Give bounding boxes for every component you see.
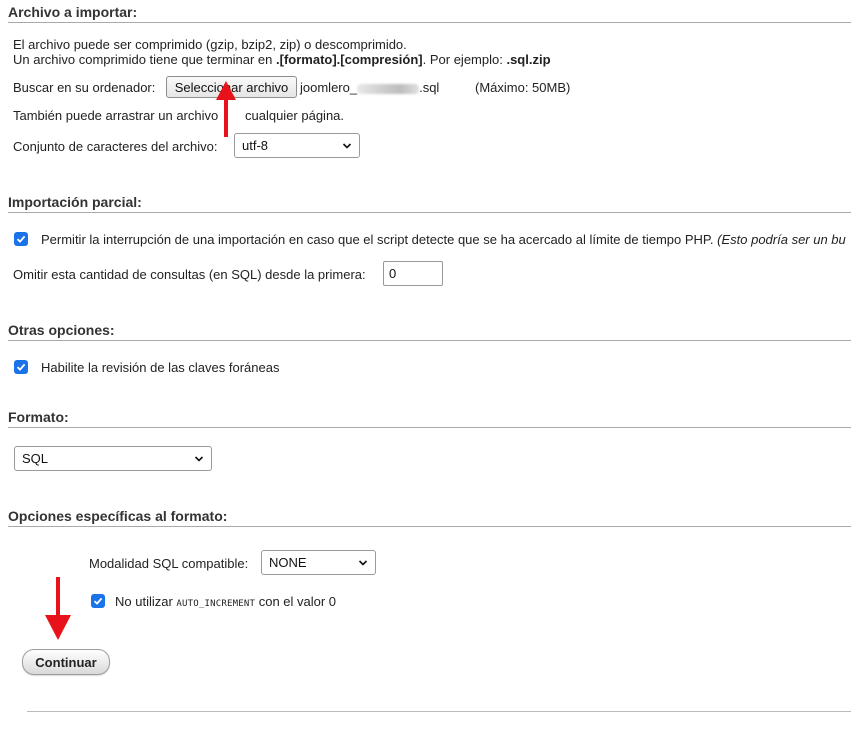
foreign-keys-checkbox[interactable] bbox=[14, 360, 28, 374]
checkmark-icon bbox=[16, 363, 26, 371]
no-auto-inc-code: AUTO_INCREMENT bbox=[176, 599, 256, 609]
annotation-arrow-icon bbox=[216, 81, 236, 137]
foreign-keys-label: Habilite la revisión de las claves forán… bbox=[41, 360, 280, 375]
file-name-suffix: .sql bbox=[419, 80, 440, 95]
skip-queries-label: Omitir esta cantidad de consultas (en SQ… bbox=[13, 267, 366, 282]
compress-info-mid: . Por ejemplo: bbox=[422, 52, 507, 67]
drag-text-part1: También puede arrastrar un archivo bbox=[13, 108, 219, 123]
allow-interrupt-checkbox[interactable] bbox=[14, 232, 28, 246]
allow-interrupt-note: (Esto podría ser un bu bbox=[717, 232, 846, 247]
no-auto-inc-suffix: con el valor 0 bbox=[258, 594, 337, 609]
charset-label: Conjunto de caracteres del archivo: bbox=[13, 139, 218, 154]
chevron-down-icon bbox=[342, 142, 352, 149]
checkmark-icon bbox=[93, 597, 103, 605]
charset-select[interactable]: utf-8 bbox=[234, 133, 360, 158]
charset-value: utf-8 bbox=[242, 138, 269, 153]
redacted-blur bbox=[357, 83, 420, 94]
no-auto-increment-checkbox[interactable] bbox=[91, 594, 105, 608]
drag-text-part2: cualquier página. bbox=[245, 108, 345, 123]
format-select[interactable]: SQL bbox=[14, 446, 212, 471]
chevron-down-icon bbox=[194, 455, 204, 462]
annotation-arrow-icon bbox=[45, 577, 71, 640]
no-auto-inc-prefix: No utilizar bbox=[115, 594, 173, 609]
file-name-prefix: joomlero_ bbox=[300, 80, 358, 95]
allow-interrupt-text: Permitir la interrupción de una importac… bbox=[41, 232, 714, 247]
max-size-label: (Máximo: 50MB) bbox=[475, 80, 571, 95]
section-title-partial-import: Importación parcial: bbox=[8, 194, 851, 213]
section-title-other-options: Otras opciones: bbox=[8, 322, 851, 341]
compress-info-line1: El archivo puede ser comprimido (gzip, b… bbox=[13, 37, 407, 52]
section-title-format: Formato: bbox=[8, 409, 851, 428]
section-title-import-file: Archivo a importar: bbox=[8, 4, 851, 23]
sql-compat-value: NONE bbox=[269, 555, 307, 570]
format-value: SQL bbox=[22, 451, 49, 466]
browse-label: Buscar en su ordenador: bbox=[13, 80, 156, 95]
compress-info-prefix: Un archivo comprimido tiene que terminar… bbox=[13, 52, 277, 67]
checkmark-icon bbox=[16, 235, 26, 243]
no-auto-increment-label: No utilizar AUTO_INCREMENT con el valor … bbox=[115, 594, 336, 609]
skip-queries-input[interactable]: 0 bbox=[383, 261, 443, 286]
allow-interrupt-label: Permitir la interrupción de una importac… bbox=[41, 232, 846, 247]
bottom-divider bbox=[27, 711, 851, 712]
compress-info-line2: Un archivo comprimido tiene que terminar… bbox=[13, 52, 551, 67]
continue-button[interactable]: Continuar bbox=[22, 649, 110, 675]
sql-compat-select[interactable]: NONE bbox=[261, 550, 376, 575]
section-title-format-specific: Opciones específicas al formato: bbox=[8, 508, 851, 527]
compress-info-format: .[formato].[compresión] bbox=[276, 52, 423, 67]
compress-info-example: .sql.zip bbox=[506, 52, 551, 67]
chevron-down-icon bbox=[358, 559, 368, 566]
selected-file-name: joomlero_ .sql bbox=[300, 80, 439, 95]
sql-compat-label: Modalidad SQL compatible: bbox=[89, 556, 249, 571]
